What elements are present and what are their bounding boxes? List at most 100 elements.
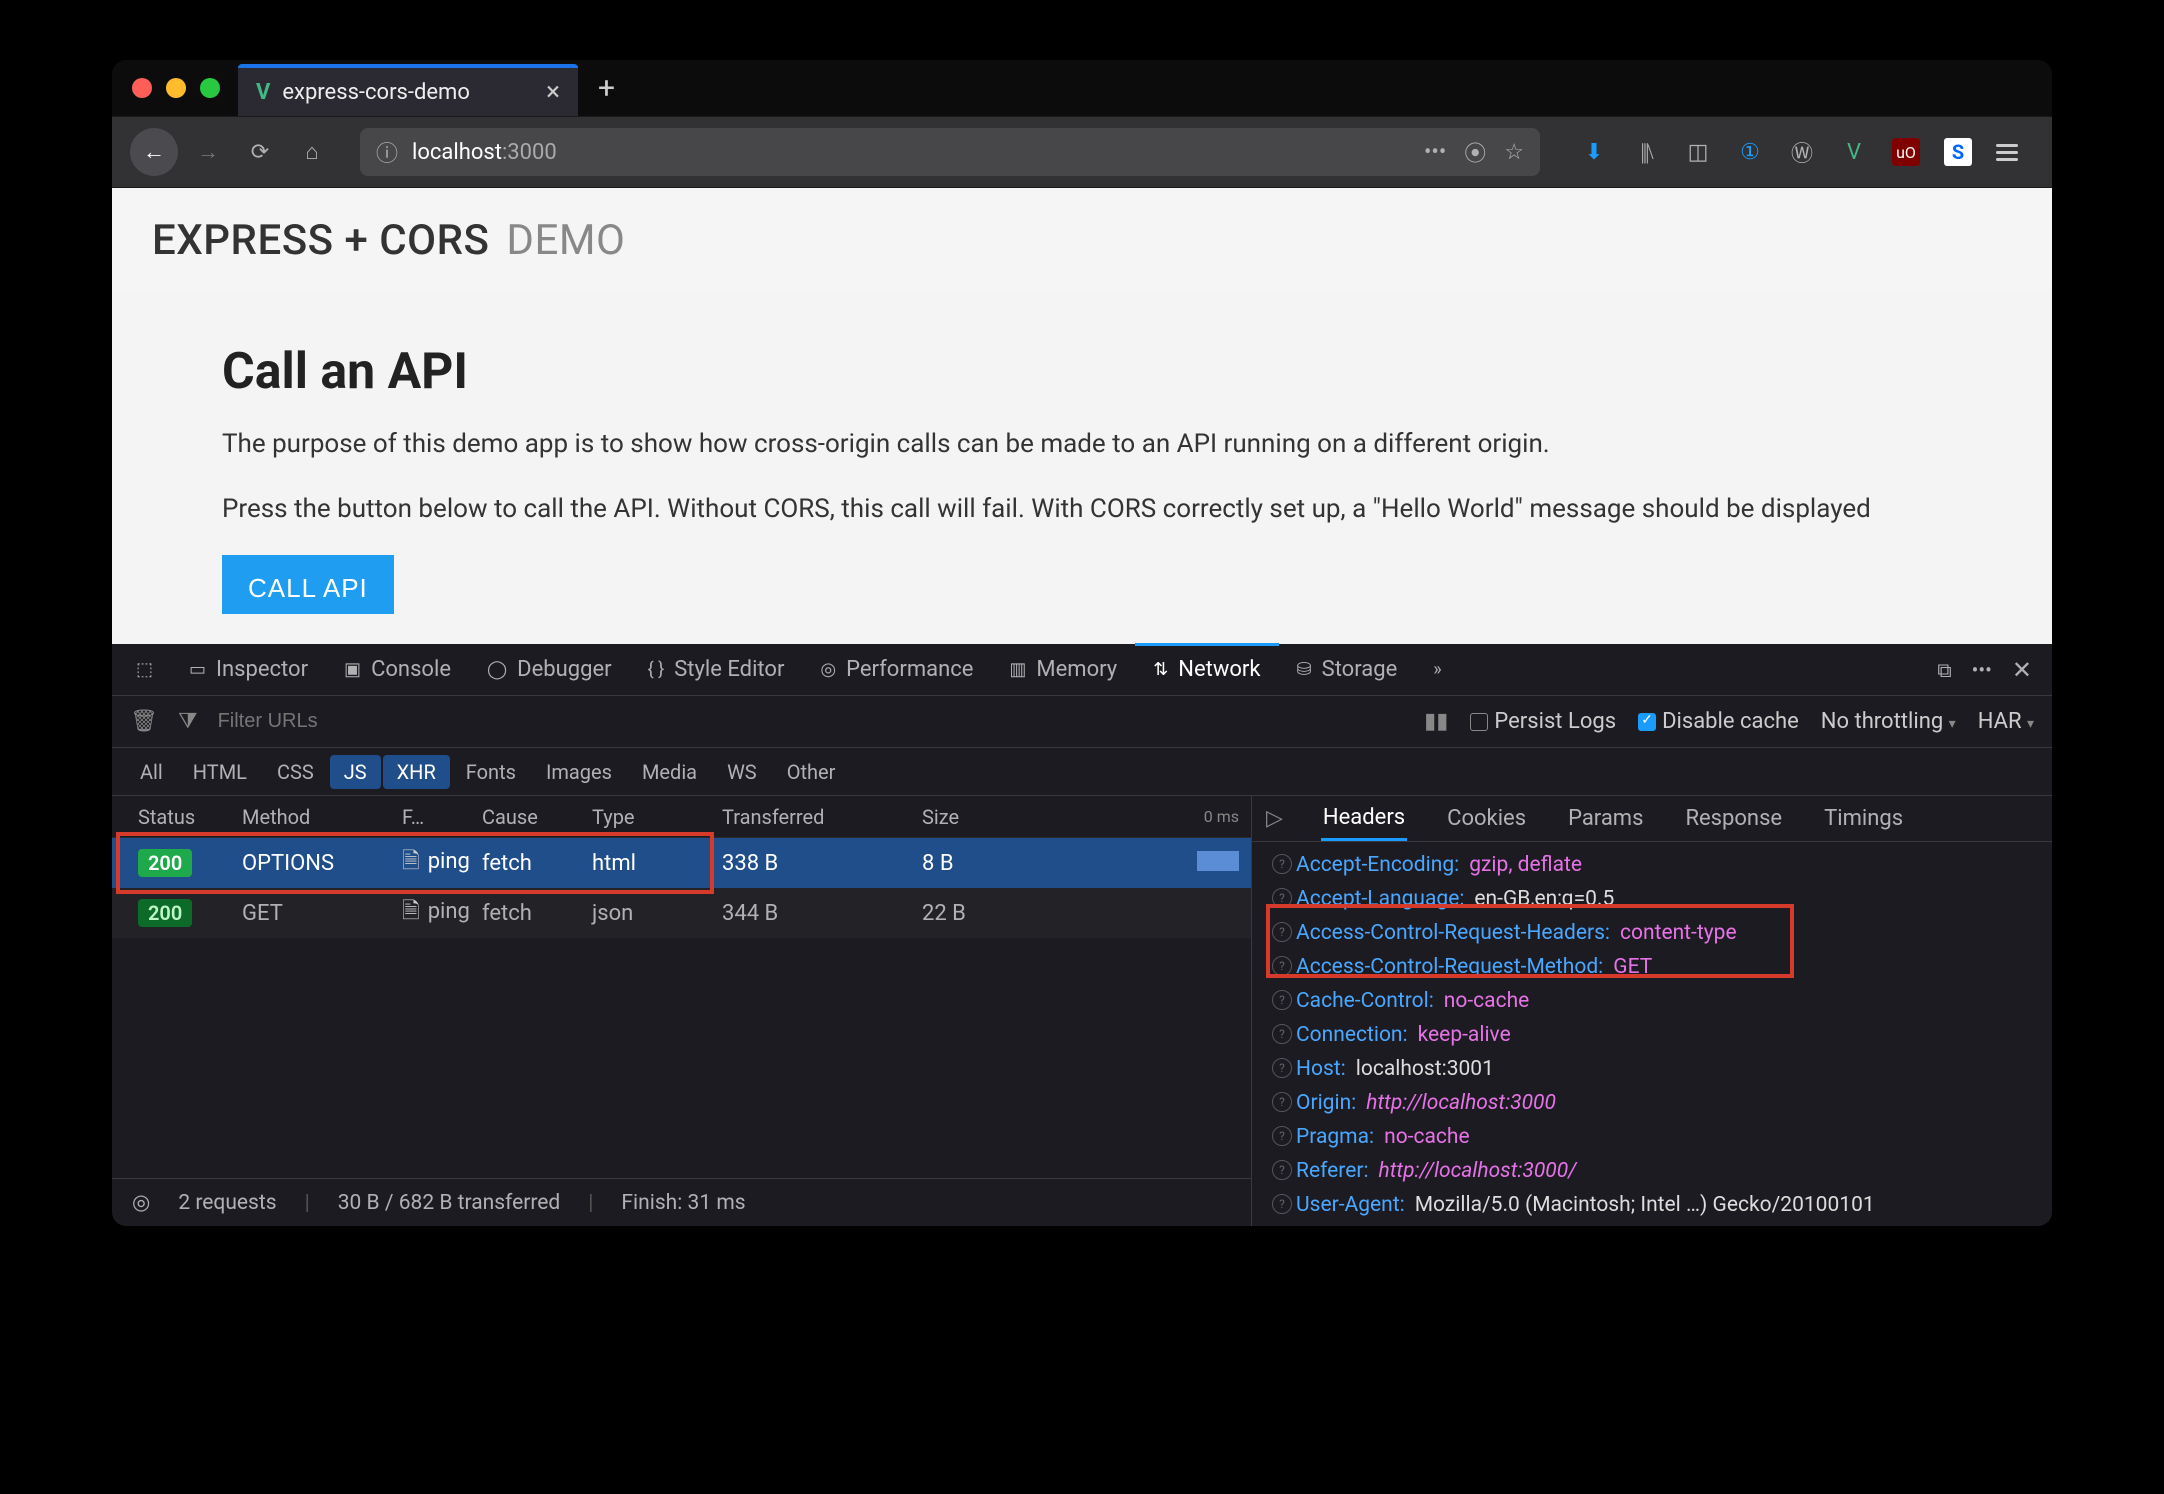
filter-all[interactable]: All [126,755,177,789]
tab-network[interactable]: ⇅Network [1135,644,1278,696]
reload-button[interactable]: ⟳ [238,130,282,174]
col-cause[interactable]: Cause [482,805,592,829]
detail-tab-headers[interactable]: Headers [1321,797,1407,841]
filter-other[interactable]: Other [773,755,850,789]
filter-fonts[interactable]: Fonts [452,755,530,789]
tab-style-editor[interactable]: { }Style Editor [630,644,803,696]
cell-size: 22 B [922,901,1082,926]
col-file[interactable]: F… [402,805,482,829]
bookmark-icon[interactable]: ☆ [1504,140,1524,165]
devtools-tabstrip: ⬚ ▭Inspector ▣Console ◯Debugger { }Style… [112,644,2052,696]
downloads-icon[interactable]: ⬇ [1580,140,1608,165]
more-icon[interactable]: ••• [1972,658,1992,682]
page-banner: EXPRESS + CORS DEMO [112,188,2052,293]
maximize-window-button[interactable] [200,78,220,98]
pause-icon[interactable]: ▮▮ [1424,709,1448,734]
tab-storage[interactable]: ⛁Storage [1279,644,1416,696]
pick-element-icon[interactable]: ⬚ [118,644,171,696]
col-transferred[interactable]: Transferred [722,805,922,829]
banner-title: EXPRESS + CORS DEMO [152,216,2012,265]
filter-ws[interactable]: WS [713,755,771,789]
close-tab-icon[interactable]: × [546,77,560,107]
resend-icon[interactable]: ▷ [1266,806,1283,831]
perf-icon[interactable]: ◎ [132,1190,150,1215]
disable-cache-toggle[interactable]: Disable cache [1638,709,1799,734]
wikipedia-icon[interactable]: Ⓦ [1788,136,1816,168]
network-main: Status Method F… Cause Type Transferred … [112,796,2052,1226]
cell-size: 8 B [922,851,1082,876]
tab-console[interactable]: ▣Console [326,644,469,696]
col-status[interactable]: Status [112,805,242,829]
col-method[interactable]: Method [242,805,402,829]
header-row: Referer:http://localhost:3000/ [1272,1154,2032,1188]
responsive-mode-icon[interactable]: ⧉ [1937,658,1951,682]
col-size[interactable]: Size [922,805,1082,829]
detail-tab-params[interactable]: Params [1566,798,1645,839]
browser-tab[interactable]: V express-cors-demo × [238,64,578,116]
persist-logs-toggle[interactable]: Persist Logs [1470,709,1616,734]
filter-icon[interactable]: ⧩ [178,709,198,734]
tab-inspector[interactable]: ▭Inspector [171,644,326,696]
filter-js[interactable]: JS [330,755,381,789]
app-menu-button[interactable] [1996,144,2024,161]
detail-tab-timings[interactable]: Timings [1822,798,1905,839]
headers-list[interactable]: Accept-Encoding:gzip, deflate Accept-Lan… [1252,842,2052,1226]
filter-media[interactable]: Media [628,755,711,789]
new-tab-button[interactable]: + [578,71,635,106]
onepassword-icon[interactable]: ① [1736,140,1764,165]
col-timeline[interactable]: 0 ms [1082,807,1251,826]
call-api-button[interactable]: CALL API [222,555,394,614]
vuedevtools-icon[interactable]: V [1840,140,1868,165]
home-button[interactable]: ⌂ [290,130,334,174]
filter-css[interactable]: CSS [263,755,328,789]
header-row: Connection:keep-alive [1272,1018,2032,1052]
banner-title-strong: EXPRESS + CORS [152,216,489,265]
filter-xhr[interactable]: XHR [383,755,450,789]
har-dropdown[interactable]: HAR ▾ [1978,709,2034,734]
throttling-dropdown[interactable]: No throttling ▾ [1821,709,1956,734]
navigation-toolbar: ← → ⟳ ⌂ ⓘ localhost:3000 ••• ⦿ ☆ ⬇ |||\ … [112,116,2052,188]
cell-timeline [1082,851,1251,875]
status-requests: 2 requests [178,1191,276,1215]
tab-debugger[interactable]: ◯Debugger [469,644,630,696]
tab-overflow-icon[interactable]: » [1415,644,1459,696]
network-status-bar: ◎ 2 requests | 30 B / 682 B transferred … [112,1178,1251,1226]
minimize-window-button[interactable] [166,78,186,98]
url-port: :3000 [502,140,557,165]
close-window-button[interactable] [132,78,152,98]
filter-images[interactable]: Images [532,755,626,789]
forward-button[interactable]: → [186,130,230,174]
request-row[interactable]: 200 GET 🗎ping fetch json 344 B 22 B [112,888,1251,938]
devtools-panel: ⬚ ▭Inspector ▣Console ◯Debugger { }Style… [112,644,2052,1226]
page-actions-icon[interactable]: ••• [1424,140,1446,165]
cell-cause: fetch [482,851,592,876]
header-row: Accept-Language:en-GB,en;q=0.5 [1272,882,2032,916]
clear-icon[interactable]: 🗑 [130,709,158,734]
back-button[interactable]: ← [130,128,178,176]
reader-icon[interactable]: ⦿ [1464,136,1486,168]
table-header-row: Status Method F… Cause Type Transferred … [112,796,1251,838]
tab-strip: V express-cors-demo × + [112,60,2052,116]
cell-method: GET [242,901,402,926]
ublock-icon[interactable]: uO [1892,138,1920,166]
page-content: EXPRESS + CORS DEMO Call an API The purp… [112,188,2052,644]
filter-html[interactable]: HTML [179,755,261,789]
library-icon[interactable]: |||\ [1632,139,1660,165]
vue-favicon-icon: V [256,80,270,105]
detail-tab-cookies[interactable]: Cookies [1445,798,1528,839]
tab-memory[interactable]: ▥Memory [991,644,1135,696]
request-row[interactable]: 200 OPTIONS 🗎ping fetch html 338 B 8 B [112,838,1251,888]
page-body: Call an API The purpose of this demo app… [112,293,2052,644]
filter-urls-input[interactable] [218,710,498,733]
tab-performance[interactable]: ◎Performance [802,644,991,696]
address-bar[interactable]: ⓘ localhost:3000 ••• ⦿ ☆ [360,128,1540,176]
detail-tab-response[interactable]: Response [1683,798,1784,839]
header-row: Accept-Encoding:gzip, deflate [1272,848,2032,882]
sidebar-icon[interactable]: ◫ [1684,140,1712,165]
col-type[interactable]: Type [592,805,722,829]
request-details-panel: ▷ Headers Cookies Params Response Timing… [1252,796,2052,1226]
cell-file: 🗎ping [402,844,482,882]
close-devtools-icon[interactable]: ✕ [2012,656,2032,684]
s-extension-icon[interactable]: S [1944,138,1972,166]
info-icon[interactable]: ⓘ [376,136,398,168]
